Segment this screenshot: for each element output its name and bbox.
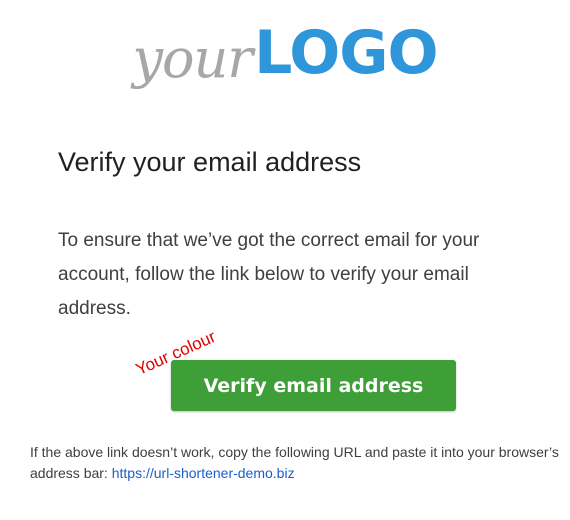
verify-email-button[interactable]: Verify email address (171, 360, 456, 411)
fallback-instructions: If the above link doesn’t work, copy the… (30, 442, 560, 484)
instruction-text: To ensure that we’ve got the correct ema… (58, 230, 480, 319)
logo-mark: LOGO (254, 18, 438, 88)
brand-logo: yourLOGO (0, 18, 570, 98)
logo-prefix: your (132, 27, 254, 90)
fallback-url-link[interactable]: https://url-shortener-demo.biz (112, 465, 295, 481)
page-title: Verify your email address (58, 147, 362, 177)
